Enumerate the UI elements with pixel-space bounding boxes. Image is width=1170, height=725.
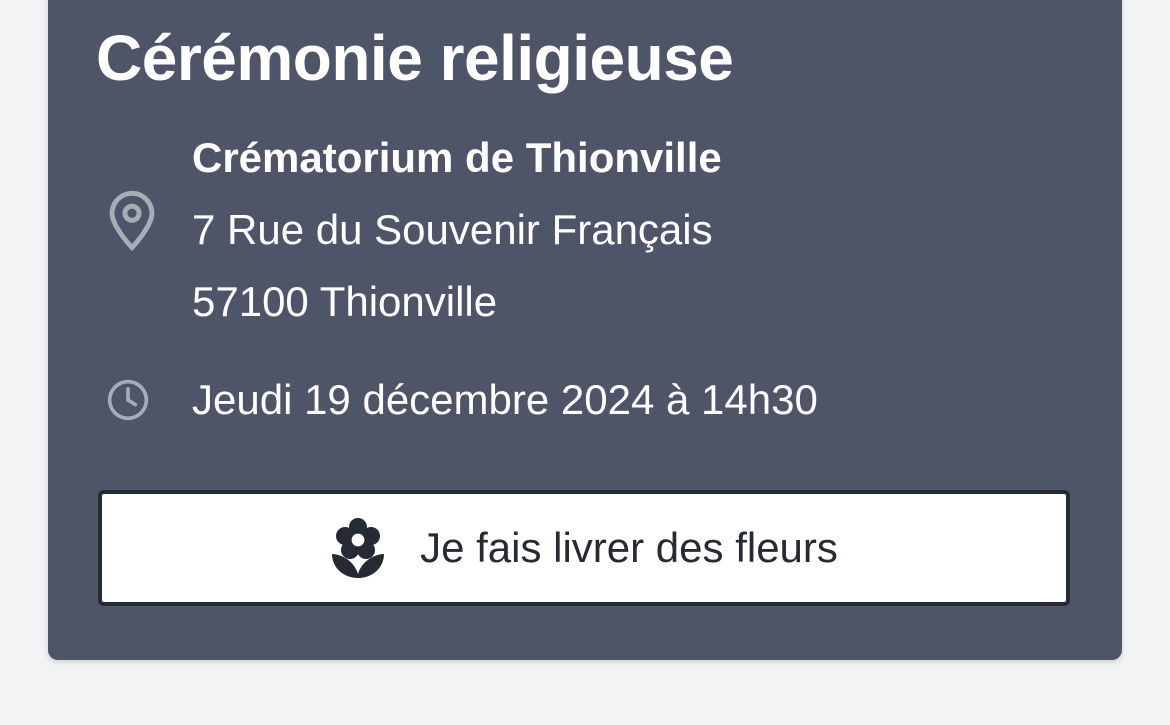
location-block: Crématorium de Thionville 7 Rue du Souve… bbox=[192, 122, 722, 338]
ceremony-datetime: Jeudi 19 décembre 2024 à 14h30 bbox=[192, 376, 818, 423]
ceremony-title: Cérémonie religieuse bbox=[96, 22, 734, 94]
map-pin-icon bbox=[104, 190, 160, 252]
clock-icon bbox=[106, 378, 150, 422]
address-line-2: 57100 Thionville bbox=[192, 278, 498, 325]
address-line-1: 7 Rue du Souvenir Français bbox=[192, 206, 713, 253]
venue-name: Crématorium de Thionville bbox=[192, 134, 722, 181]
ceremony-card: Cérémonie religieuse Crématorium de Thio… bbox=[48, 0, 1122, 660]
order-flowers-label: Je fais livrer des fleurs bbox=[420, 524, 838, 571]
flower-icon bbox=[330, 518, 386, 578]
order-flowers-button[interactable]: Je fais livrer des fleurs bbox=[98, 490, 1070, 606]
